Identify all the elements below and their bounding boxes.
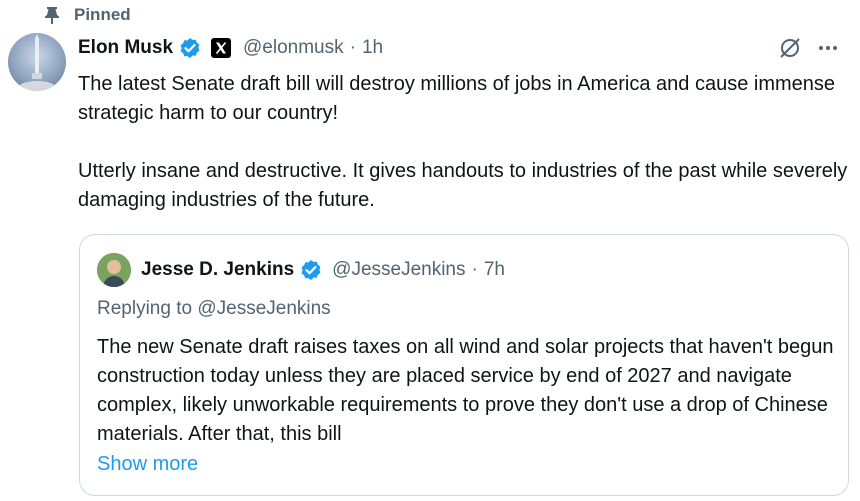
separator-dot: · (471, 259, 478, 280)
author-handle[interactable]: @elonmusk (243, 37, 344, 59)
x-logo-icon[interactable] (211, 38, 232, 58)
tweet-paragraph: The latest Senate draft bill will destro… (78, 73, 836, 124)
verified-badge-icon[interactable] (179, 37, 201, 59)
more-options-icon[interactable] (816, 36, 840, 60)
replying-to: Replying to @JesseJenkins (97, 298, 331, 319)
tweet-header: Elon Musk @elonmusk · 1h (78, 34, 840, 62)
tweet-time[interactable]: 1h (362, 37, 383, 59)
quote-time[interactable]: 7h (484, 259, 505, 281)
pin-icon (45, 7, 59, 24)
quoted-tweet[interactable]: Jesse D. Jenkins @JesseJenkins · 7h Repl… (79, 234, 849, 496)
quote-header: Jesse D. Jenkins @JesseJenkins · 7h (97, 253, 505, 287)
person-photo (97, 253, 131, 287)
quote-author-handle[interactable]: @JesseJenkins (332, 259, 465, 281)
tweet-body: The latest Senate draft bill will destro… (78, 70, 853, 244)
quote-author-avatar[interactable] (97, 253, 131, 287)
verified-badge-icon[interactable] (300, 259, 322, 281)
tweet-paragraph: Utterly insane and destructive. It gives… (78, 160, 848, 211)
pinned-label: Pinned (74, 5, 131, 24)
author-name[interactable]: Elon Musk (78, 37, 173, 59)
show-more-link[interactable]: Show more (97, 453, 198, 476)
quote-body: The new Senate draft raises taxes on all… (97, 336, 834, 445)
rocket-image (19, 34, 55, 91)
separator-dot: · (349, 37, 356, 58)
header-actions (778, 34, 840, 62)
quote-author-name[interactable]: Jesse D. Jenkins (141, 259, 294, 281)
pinned-indicator: Pinned (44, 4, 131, 26)
author-avatar[interactable] (8, 33, 66, 91)
grok-icon[interactable] (778, 36, 802, 60)
